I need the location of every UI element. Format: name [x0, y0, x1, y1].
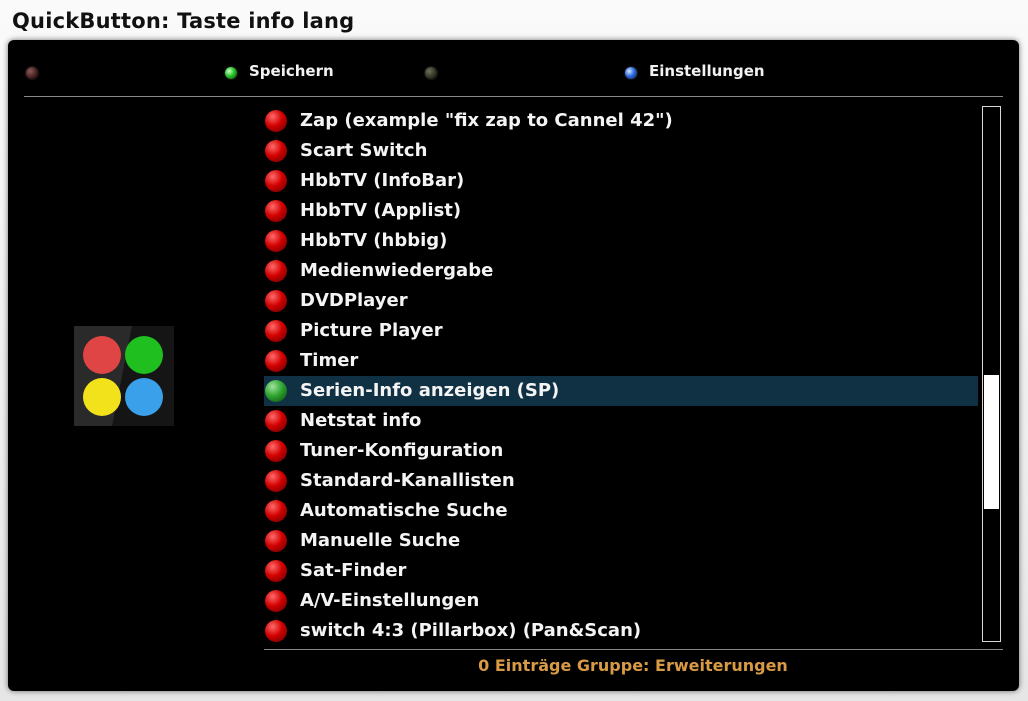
scrollbar-thumb[interactable]: [984, 375, 999, 509]
quickbutton-logo-icon: [74, 326, 174, 426]
list-item-label: Manuelle Suche: [300, 530, 461, 551]
list-item-label: Zap (example "fix zap to Cannel 42"): [300, 110, 673, 131]
list-item-label: Timer: [300, 350, 359, 371]
bottom-divider: [264, 649, 1003, 650]
list-item-label: switch 4:3 (Pillarbox) (Pan&Scan): [300, 620, 642, 641]
red-dot-icon: [265, 200, 287, 222]
list-item[interactable]: Picture Player: [264, 316, 978, 346]
red-dot-icon: [265, 440, 287, 462]
list-item[interactable]: DVDPlayer: [264, 286, 978, 316]
red-dot-icon: [265, 350, 287, 372]
red-dot-icon: [265, 530, 287, 552]
red-dot-icon: [265, 500, 287, 522]
green-dot-icon: [265, 380, 287, 402]
list-item[interactable]: Serien-Info anzeigen (SP): [264, 376, 978, 406]
list-item[interactable]: HbbTV (Applist): [264, 196, 978, 226]
list-item-label: A/V-Einstellungen: [300, 590, 480, 611]
status-text: 0 Einträge Gruppe: Erweiterungen: [478, 656, 788, 675]
blue-button-label[interactable]: Einstellungen: [649, 61, 765, 81]
list-item[interactable]: Zap (example "fix zap to Cannel 42"): [264, 106, 978, 136]
list-item[interactable]: HbbTV (hbbig): [264, 226, 978, 256]
red-dot-icon: [265, 470, 287, 492]
red-dot-icon: [265, 230, 287, 252]
blue-button-icon[interactable]: [625, 67, 637, 79]
list-item-label: DVDPlayer: [300, 290, 408, 311]
main-panel: Speichern Einstellungen Zap (example "fi…: [8, 40, 1019, 691]
list-item-label: HbbTV (InfoBar): [300, 170, 465, 191]
list-item[interactable]: HbbTV (InfoBar): [264, 166, 978, 196]
green-button-icon[interactable]: [225, 67, 237, 79]
list-item-label: Standard-Kanallisten: [300, 470, 515, 491]
list-item[interactable]: Sat-Finder: [264, 556, 978, 586]
scrollbar[interactable]: [982, 106, 1001, 642]
list-item-label: Scart Switch: [300, 140, 428, 161]
list-item-label: HbbTV (Applist): [300, 200, 462, 221]
red-dot-icon: [265, 590, 287, 612]
list-item[interactable]: Medienwiedergabe: [264, 256, 978, 286]
list-item[interactable]: Scart Switch: [264, 136, 978, 166]
list-item-label: Automatische Suche: [300, 500, 508, 521]
list-item[interactable]: Tuner-Konfiguration: [264, 436, 978, 466]
list-item[interactable]: Netstat info: [264, 406, 978, 436]
list-item-label: Picture Player: [300, 320, 443, 341]
list-item-label: HbbTV (hbbig): [300, 230, 448, 251]
red-dot-icon: [265, 110, 287, 132]
top-divider: [24, 96, 1003, 97]
red-dot-icon: [265, 560, 287, 582]
list-item[interactable]: Timer: [264, 346, 978, 376]
list-item[interactable]: Standard-Kanallisten: [264, 466, 978, 496]
color-button-bar: Speichern Einstellungen: [8, 40, 1019, 98]
list-item[interactable]: Manuelle Suche: [264, 526, 978, 556]
red-dot-icon: [265, 290, 287, 312]
red-dot-icon: [265, 170, 287, 192]
list-item-label: Sat-Finder: [300, 560, 407, 581]
list-item-label: Tuner-Konfiguration: [300, 440, 504, 461]
list-item[interactable]: switch 4:3 (Pillarbox) (Pan&Scan): [264, 616, 978, 646]
red-dot-icon: [265, 140, 287, 162]
window-title: QuickButton: Taste info lang: [12, 9, 355, 33]
list-item[interactable]: Automatische Suche: [264, 496, 978, 526]
list-item-label: Serien-Info anzeigen (SP): [300, 380, 560, 401]
list-item-label: Medienwiedergabe: [300, 260, 494, 281]
list-item[interactable]: A/V-Einstellungen: [264, 586, 978, 616]
green-button-label[interactable]: Speichern: [249, 61, 334, 81]
red-dot-icon: [265, 620, 287, 642]
red-dot-icon: [265, 410, 287, 432]
red-dot-icon: [265, 260, 287, 282]
list-item-label: Netstat info: [300, 410, 422, 431]
red-dot-icon: [265, 320, 287, 342]
yellow-button-icon[interactable]: [425, 67, 437, 79]
red-button-icon[interactable]: [26, 67, 38, 79]
